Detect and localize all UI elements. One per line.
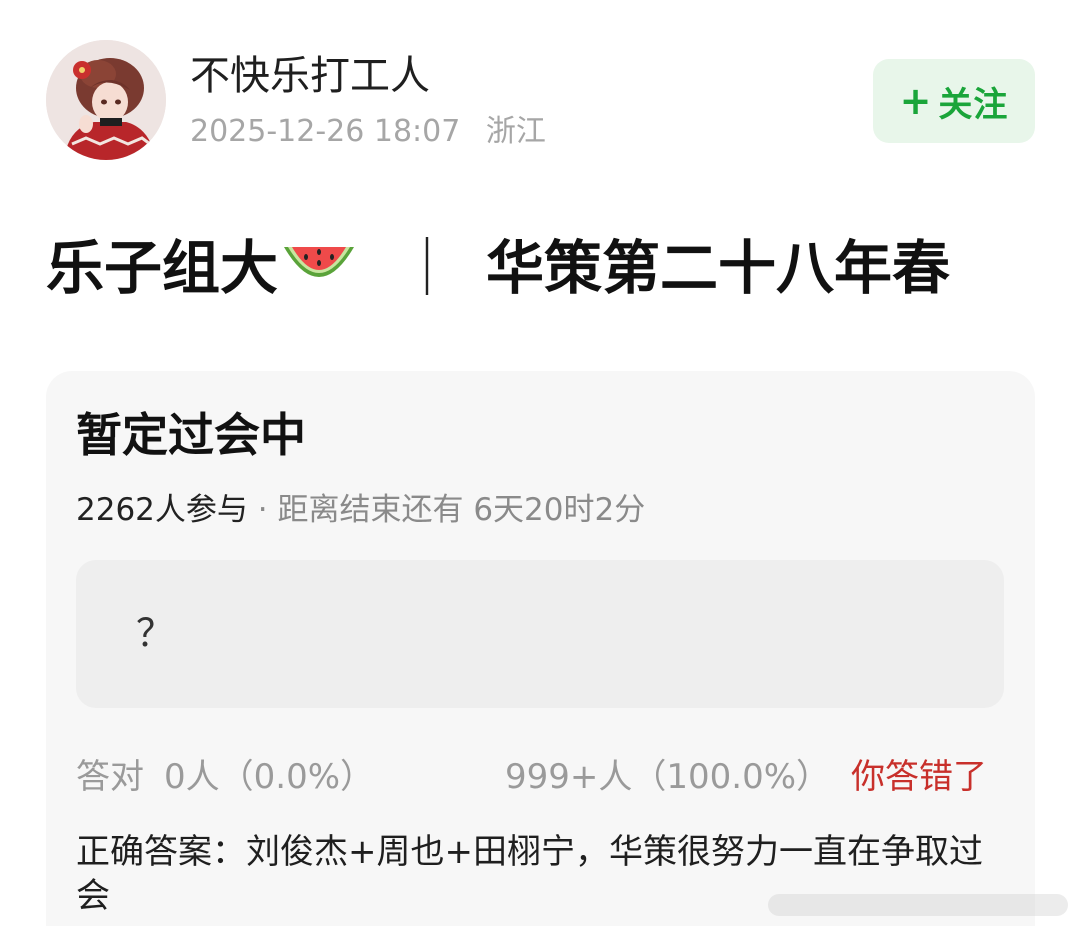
watermelon-icon — [284, 247, 355, 277]
post-title-left: 乐子组大 — [46, 234, 279, 302]
time-remaining: · 距离结束还有 6天20时2分 — [257, 492, 646, 528]
post-title: 乐子组大 ｜ 华策第二十八年春 — [46, 232, 950, 304]
username[interactable]: 不快乐打工人 — [190, 50, 430, 102]
plus-icon: + — [899, 79, 933, 123]
avatar[interactable] — [46, 40, 166, 160]
participants-count: 2262人参与 — [76, 492, 248, 528]
follow-button[interactable]: + 关注 — [873, 59, 1035, 143]
title-separator: ｜ — [398, 234, 457, 302]
avatar-illustration-icon — [46, 40, 166, 160]
follow-label: 关注 — [938, 84, 1009, 125]
answer-option-label: ？ — [136, 611, 175, 655]
post-page: 不快乐打工人 2025-12-26 18:07 浙江 + 关注 乐子组大 ｜ 华… — [0, 0, 1080, 926]
quiz-title: 暂定过会中 — [76, 408, 306, 462]
wrong-count: 999+人（100.0%） — [505, 757, 831, 797]
correct-count: 0人（0.0%） — [164, 757, 375, 797]
post-title-right: 华策第二十八年春 — [486, 234, 951, 302]
post-date: 2025-12-26 18:07 — [190, 114, 461, 149]
post-meta: 2025-12-26 18:07 浙江 — [190, 112, 546, 152]
correct-stat: 答对 0人（0.0%） — [76, 754, 374, 800]
post-location: 浙江 — [485, 114, 546, 149]
wrong-answer-flag: 你答错了 — [851, 757, 987, 797]
answer-option[interactable]: ？ — [76, 560, 1004, 708]
watermark — [768, 894, 1068, 916]
quiz-subtitle: 2262人参与 · 距离结束还有 6天20时2分 — [76, 488, 645, 532]
correct-label: 答对 — [76, 757, 144, 797]
